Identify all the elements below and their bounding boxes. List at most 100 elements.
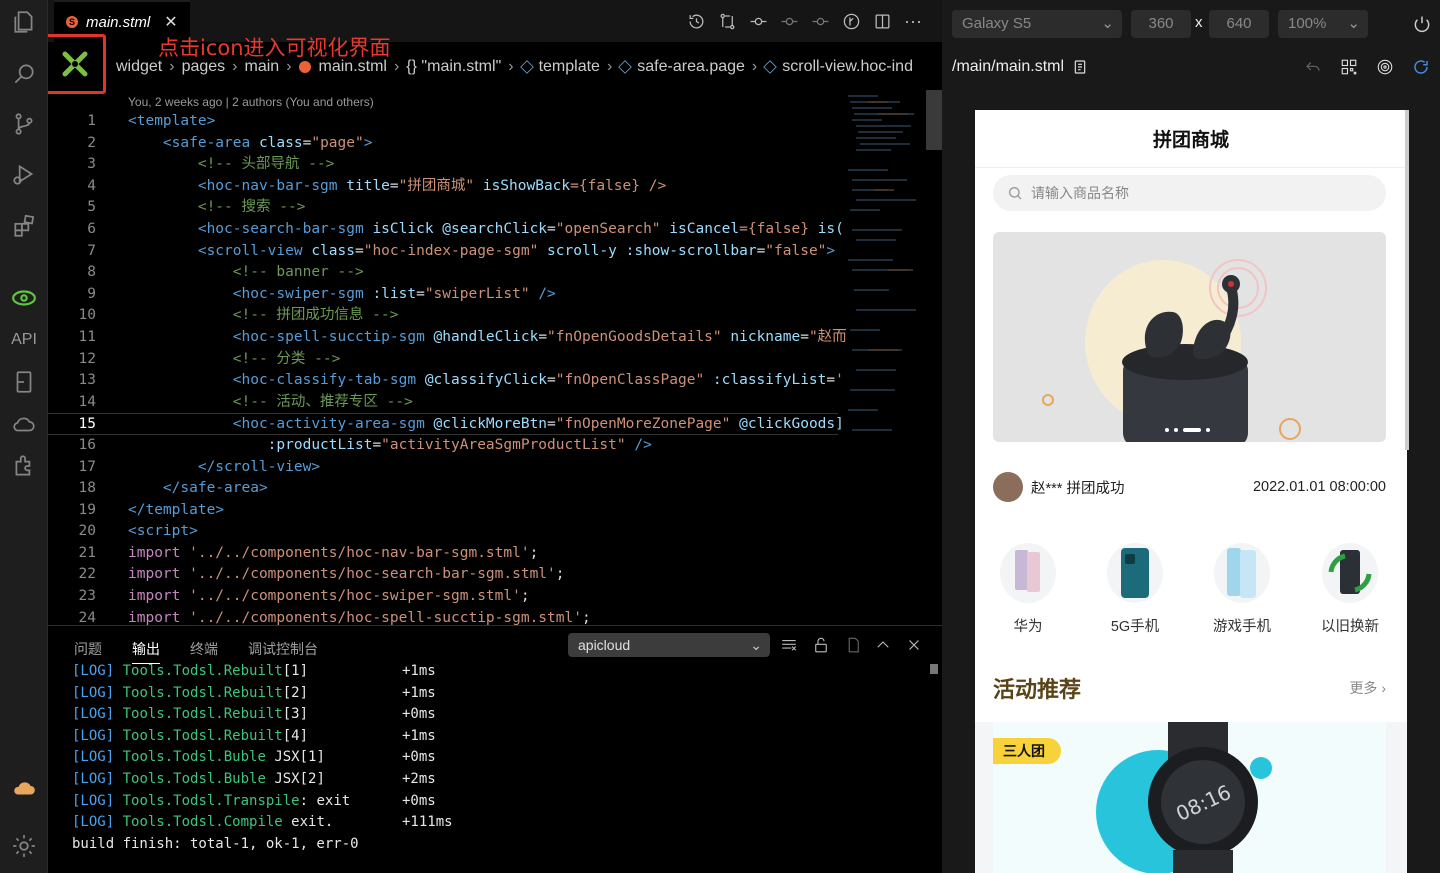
code-line[interactable]: 14 <!-- 活动、推荐专区 --> [48, 392, 838, 414]
breadcrumb-file[interactable]: main.stml [319, 58, 387, 76]
inspect-icon[interactable] [1376, 58, 1396, 78]
line-number[interactable]: 21 [48, 543, 96, 565]
line-number[interactable]: 4 [48, 176, 96, 198]
clear-output-icon[interactable] [780, 636, 800, 656]
device-icon[interactable] [0, 360, 48, 404]
power-icon[interactable] [1412, 14, 1432, 34]
code-line[interactable]: 1 <template> [48, 111, 838, 133]
line-number[interactable]: 13 [48, 370, 96, 392]
code-line[interactable]: 16 :productList="activityAreaSgmProductL… [48, 435, 838, 457]
history-icon[interactable] [685, 10, 707, 32]
line-number[interactable]: 20 [48, 521, 96, 543]
zoom-select[interactable]: 100% ⌄ [1278, 10, 1368, 38]
category-trade-in[interactable]: 以旧换新 [1300, 543, 1400, 636]
plugin-icon[interactable] [0, 444, 48, 488]
line-number[interactable]: 9 [48, 284, 96, 306]
copy-path-icon[interactable] [1072, 59, 1088, 75]
apicloud-cloud-icon[interactable] [0, 766, 48, 810]
line-number[interactable]: 16 [48, 435, 96, 457]
category-5g[interactable]: 5G手机 [1085, 543, 1185, 636]
app-search-input[interactable]: 请输入商品名称 [993, 175, 1386, 211]
api-icon[interactable]: API [0, 318, 48, 362]
breadcrumb-safe-area[interactable]: safe-area.page [637, 58, 745, 76]
code-area[interactable]: 1 <template> 2 <safe-area class="page"> 3 <… [48, 111, 847, 625]
breadcrumb-main[interactable]: main [245, 58, 280, 76]
settings-gear-icon[interactable] [0, 824, 48, 868]
breadcrumb-pages[interactable]: pages [182, 58, 226, 76]
qr-code-icon[interactable] [1340, 58, 1360, 78]
phone-scrollbar[interactable] [1405, 110, 1409, 450]
code-line[interactable]: 24 import '../../components/hoc-spell-suc… [48, 608, 838, 625]
code-line[interactable]: 12 <!-- 分类 --> [48, 349, 838, 371]
code-line[interactable]: 23 import '../../components/hoc-swiper-sg… [48, 586, 838, 608]
code-line[interactable]: 5 <!-- 搜索 --> [48, 197, 838, 219]
banner-dot[interactable] [1165, 428, 1169, 432]
git-commit-icon[interactable] [747, 10, 769, 32]
explorer-icon[interactable] [0, 0, 48, 44]
back-icon[interactable] [1304, 58, 1324, 78]
line-number[interactable]: 19 [48, 500, 96, 522]
cloud-icon[interactable] [0, 402, 48, 446]
minimap[interactable] [838, 90, 926, 450]
source-control-icon[interactable] [0, 102, 48, 146]
git-next-icon[interactable] [809, 10, 831, 32]
line-number[interactable]: 11 [48, 327, 96, 349]
code-line[interactable]: 15 <hoc-activity-area-sgm @clickMoreBtn=… [48, 413, 844, 436]
more-link[interactable]: 更多 › [1349, 678, 1386, 698]
code-line[interactable]: 13 <hoc-classify-tab-sgm @classifyClick=… [48, 370, 844, 392]
line-number[interactable]: 7 [48, 241, 96, 263]
eye-preview-icon[interactable] [0, 276, 48, 320]
visual-editor-button[interactable] [48, 34, 106, 94]
line-number[interactable]: 17 [48, 457, 96, 479]
run-debug-icon[interactable] [0, 152, 48, 196]
width-input[interactable]: 360 [1131, 10, 1191, 38]
line-number[interactable]: 3 [48, 154, 96, 176]
line-number[interactable]: 12 [48, 349, 96, 371]
banner-swiper[interactable] [993, 232, 1386, 442]
line-number[interactable]: 8 [48, 262, 96, 284]
line-number[interactable]: 10 [48, 305, 96, 327]
code-line[interactable]: 7 <scroll-view class="hoc-index-page-sgm… [48, 241, 838, 263]
code-line[interactable]: 19 </template> [48, 500, 838, 522]
code-line[interactable]: 18 </safe-area> [48, 478, 838, 500]
line-number[interactable]: 5 [48, 197, 96, 219]
lock-scroll-icon[interactable] [812, 636, 832, 656]
editor-scrollbar[interactable] [926, 90, 942, 150]
code-line[interactable]: 10 <!-- 拼团成功信息 --> [48, 305, 838, 327]
code-line[interactable]: 17 </scroll-view> [48, 457, 838, 479]
refresh-icon[interactable] [1412, 58, 1432, 78]
breadcrumb-module[interactable]: {} "main.stml" [406, 58, 501, 76]
code-line[interactable]: 8 <!-- banner --> [48, 262, 838, 284]
line-number[interactable]: 2 [48, 133, 96, 155]
extensions-icon[interactable] [0, 204, 48, 248]
group-success-tip[interactable]: 赵*** 拼团成功 2022.01.01 08:00:00 [993, 472, 1386, 502]
codelens-blame[interactable]: You, 2 weeks ago | 2 authors (You and ot… [128, 95, 374, 109]
close-panel-icon[interactable] [905, 636, 925, 656]
height-input[interactable]: 640 [1209, 10, 1269, 38]
line-number[interactable]: 18 [48, 478, 96, 500]
banner-dot[interactable] [1174, 428, 1178, 432]
line-number[interactable]: 1 [48, 111, 96, 133]
code-line[interactable]: 22 import '../../components/hoc-search-ba… [48, 564, 838, 586]
breadcrumb-widget[interactable]: widget [116, 58, 162, 76]
git-prev-icon[interactable] [778, 10, 800, 32]
timeline-icon[interactable] [840, 10, 862, 32]
line-number[interactable]: 22 [48, 564, 96, 586]
line-number[interactable]: 23 [48, 586, 96, 608]
banner-dot[interactable] [1206, 428, 1210, 432]
search-icon[interactable] [0, 52, 48, 96]
code-line[interactable]: 9 <hoc-swiper-sgm :list="swiperList" /> [48, 284, 838, 306]
output-channel-select[interactable]: apicloud ⌄ [568, 633, 770, 657]
code-line[interactable]: 21 import '../../components/hoc-nav-bar-s… [48, 543, 838, 565]
code-line[interactable]: 3 <!-- 头部导航 --> [48, 154, 838, 176]
panel-scrollbar[interactable] [930, 664, 938, 674]
banner-dot-active[interactable] [1183, 428, 1201, 432]
line-number[interactable]: 15 [48, 414, 96, 436]
close-icon[interactable]: ✕ [164, 12, 177, 32]
code-line[interactable]: 6 <hoc-search-bar-sgm isClick @searchCli… [48, 219, 844, 241]
breadcrumb-template[interactable]: template [539, 58, 600, 76]
code-line[interactable]: 4 <hoc-nav-bar-sgm title="拼团商城" isShowBa… [48, 176, 838, 198]
compare-icon[interactable] [716, 10, 738, 32]
line-number[interactable]: 14 [48, 392, 96, 414]
maximize-panel-icon[interactable] [874, 636, 894, 656]
